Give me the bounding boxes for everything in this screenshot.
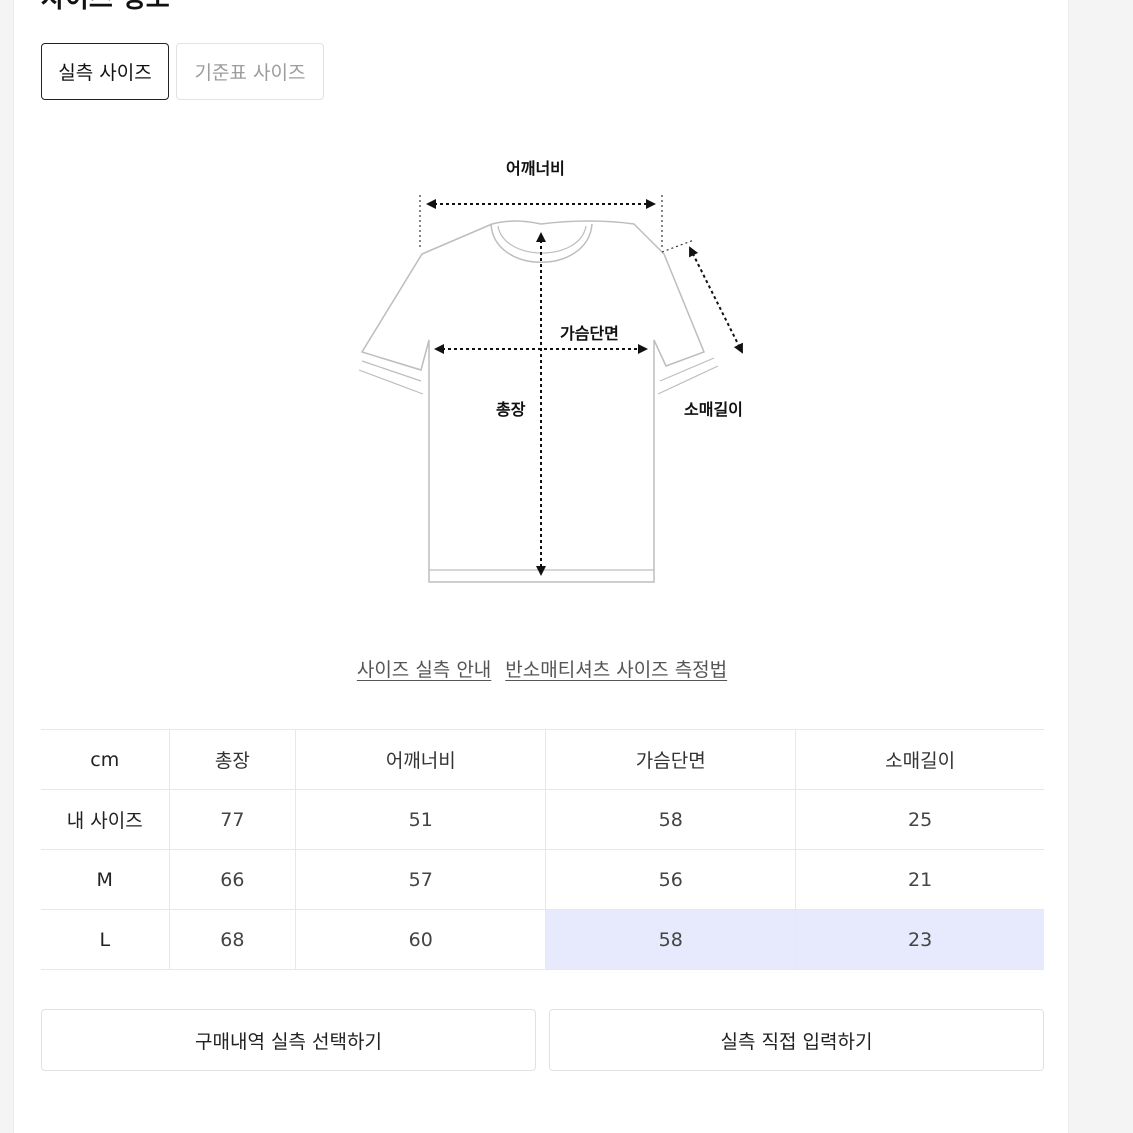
table-cell-highlighted: 23 xyxy=(795,909,1044,970)
header-unit: cm xyxy=(41,729,169,790)
tshirt-measure-link[interactable]: 반소매티셔츠 사이즈 측정법 xyxy=(505,655,727,682)
table-row: M 66 57 56 21 xyxy=(41,849,1044,910)
table-cell: 51 xyxy=(295,789,546,850)
table-row: L 68 60 58 23 xyxy=(41,909,1044,970)
table-cell: 60 xyxy=(295,909,546,970)
tab-standard-size[interactable]: 기준표 사이즈 xyxy=(176,43,324,100)
table-cell: 21 xyxy=(795,849,1044,910)
size-guide-link[interactable]: 사이즈 실측 안내 xyxy=(357,655,491,682)
purchase-history-select-button[interactable]: 구매내역 실측 선택하기 xyxy=(41,1009,536,1071)
header-sleeve: 소매길이 xyxy=(795,729,1044,790)
table-cell: 66 xyxy=(168,849,296,910)
table-cell: 57 xyxy=(295,849,546,910)
header-shoulder: 어깨너비 xyxy=(295,729,546,790)
table-cell: 58 xyxy=(545,789,796,850)
tshirt-illustration xyxy=(358,195,743,583)
row-label: L xyxy=(41,909,169,970)
length-label: 총장 xyxy=(496,400,526,419)
table-cell: 77 xyxy=(168,789,296,850)
size-info-panel: 사이즈 정보 실측 사이즈 기준표 사이즈 xyxy=(13,0,1069,1133)
action-buttons: 구매내역 실측 선택하기 실측 직접 입력하기 xyxy=(41,1009,1044,1071)
section-title: 사이즈 정보 xyxy=(41,0,170,12)
table-cell: 56 xyxy=(545,849,796,910)
shoulder-label: 어깨너비 xyxy=(506,159,565,178)
header-chest: 가슴단면 xyxy=(545,729,796,790)
table-row: 내 사이즈 77 51 58 25 xyxy=(41,789,1044,850)
table-cell: 68 xyxy=(168,909,296,970)
tab-actual-size[interactable]: 실측 사이즈 xyxy=(41,43,169,100)
table-cell: 25 xyxy=(795,789,1044,850)
measurement-links: 사이즈 실측 안내 반소매티셔츠 사이즈 측정법 xyxy=(14,655,1070,682)
header-length: 총장 xyxy=(168,729,296,790)
size-table: cm 총장 어깨너비 가슴단면 소매길이 내 사이즈 77 51 58 25 M… xyxy=(41,729,1044,970)
row-label: 내 사이즈 xyxy=(41,789,169,850)
direct-input-button[interactable]: 실측 직접 입력하기 xyxy=(549,1009,1044,1071)
table-cell-highlighted: 58 xyxy=(545,909,796,970)
size-tabs: 실측 사이즈 기준표 사이즈 xyxy=(41,43,324,100)
chest-label: 가슴단면 xyxy=(560,324,619,343)
row-label: M xyxy=(41,849,169,910)
sleeve-label: 소매길이 xyxy=(684,400,743,419)
shirt-outline xyxy=(360,220,705,583)
table-header-row: cm 총장 어깨너비 가슴단면 소매길이 xyxy=(41,729,1044,790)
tshirt-measurement-diagram: 어깨너비 가슴단면 총장 소매길이 xyxy=(344,150,764,590)
